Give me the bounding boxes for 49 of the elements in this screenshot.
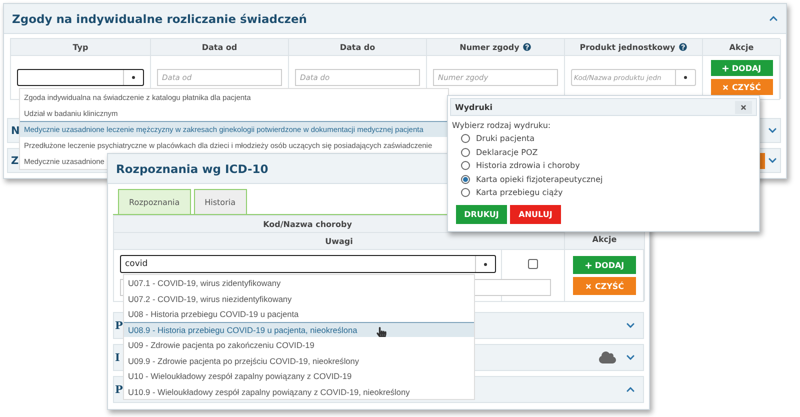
radio-button[interactable] (461, 134, 470, 144)
option-label: Karta opieki fizjoterapeutycznej (476, 174, 603, 184)
plus-icon (722, 64, 729, 72)
radio-button[interactable] (461, 148, 470, 157)
option-label: Deklaracje POZ (476, 148, 538, 157)
option-label: Historia zdrowia i choroby (476, 161, 580, 170)
help-icon[interactable] (679, 43, 688, 51)
tab[interactable]: Historia (194, 189, 246, 214)
cloud-icon (599, 349, 616, 366)
type-select[interactable] (17, 69, 144, 86)
prompt-text: Wybierz rodzaj wydruku: (452, 121, 552, 130)
option-label: Druki pacjenta (476, 134, 535, 144)
radio-button[interactable] (461, 161, 470, 170)
radio-button[interactable] (461, 174, 470, 184)
chevron-down-icon[interactable] (626, 321, 635, 330)
column-header: Typ (11, 39, 151, 56)
section-title: I (115, 352, 120, 364)
column-header: Produkt jednostkowy (565, 39, 703, 56)
plus-icon (584, 262, 592, 268)
close-icon (584, 282, 592, 290)
section-title: Z (11, 154, 19, 166)
panel-title: Zgody na indywidualne rozliczanie świadczeń (12, 12, 307, 26)
chevron-down-icon[interactable] (626, 353, 635, 362)
search-field[interactable]: covid (120, 255, 496, 273)
chevron-up-icon[interactable] (626, 385, 635, 394)
dialog-title: Wydruki (455, 102, 492, 112)
help-icon[interactable] (523, 43, 532, 51)
close-button[interactable] (735, 100, 752, 114)
chevron-down-icon[interactable] (768, 156, 777, 165)
suggestion-option[interactable]: U08.9 - Historia przebiegu COVID-19 u pacjenta, nieokreślona (124, 322, 474, 337)
section-title: N (11, 124, 20, 136)
column-header: Akcje (703, 39, 781, 56)
hand-cursor-icon (376, 326, 387, 338)
chevron-up-icon[interactable] (769, 14, 778, 23)
checkbox[interactable] (528, 259, 538, 269)
section-title: P (115, 320, 123, 332)
column-header: Numer zgody (427, 39, 565, 56)
column-header: Data do (289, 39, 427, 56)
tab[interactable]: Rozpoznania (118, 189, 191, 214)
cancel-button[interactable]: ANULUJ (510, 204, 561, 224)
panel-title: Rozpoznania wg ICD-10 (116, 162, 268, 176)
option-label: Karta przebiegu ciąży (476, 188, 563, 198)
section-title: P (115, 384, 123, 396)
radio-button[interactable] (461, 188, 470, 198)
close-icon (722, 84, 729, 90)
close-icon (740, 104, 747, 110)
chevron-down-icon[interactable] (768, 126, 777, 135)
column-header: Uwagi (114, 233, 565, 250)
column-header: Data od (151, 39, 289, 56)
